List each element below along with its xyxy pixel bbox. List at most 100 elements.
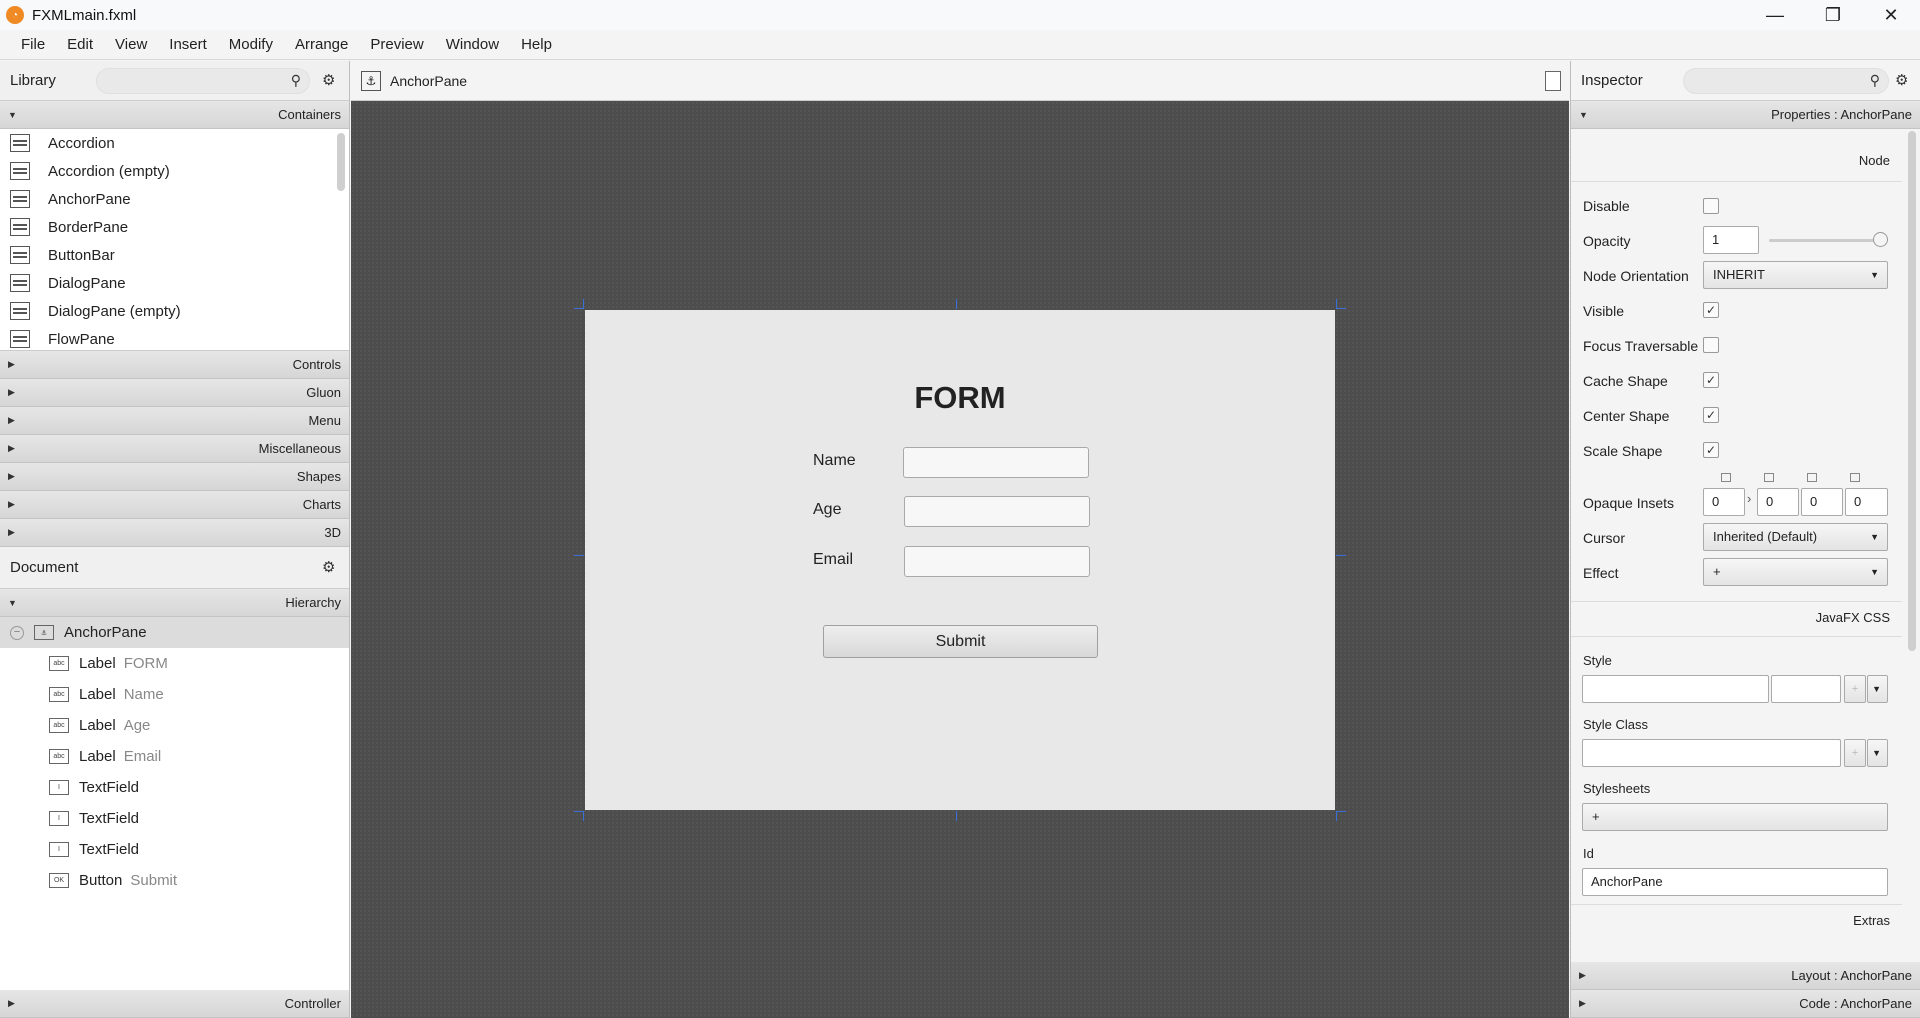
inspector-scrollbar[interactable] [1908, 131, 1916, 651]
section-controller[interactable]: ▶ Controller [0, 990, 349, 1018]
resize-handle[interactable] [574, 299, 584, 309]
cache-shape-checkbox[interactable]: ✓ [1703, 372, 1719, 388]
name-field[interactable] [903, 447, 1089, 478]
menu-help[interactable]: Help [510, 36, 563, 53]
library-item-accordion-empty[interactable]: Accordion (empty) [0, 157, 349, 185]
document-icon[interactable] [1545, 71, 1561, 91]
resize-handle[interactable] [1336, 811, 1346, 821]
hierarchy-node[interactable]: abc Label Name [0, 679, 349, 710]
opacity-slider[interactable] [1769, 239, 1881, 242]
center-shape-checkbox[interactable]: ✓ [1703, 407, 1719, 423]
scale-shape-checkbox[interactable]: ✓ [1703, 442, 1719, 458]
section-charts[interactable]: ▶ Charts [0, 491, 349, 519]
inset-top-field[interactable]: 0 [1703, 488, 1745, 516]
id-field[interactable]: AnchorPane [1582, 868, 1888, 896]
hierarchy-node[interactable]: I TextField [0, 772, 349, 803]
form-title[interactable]: FORM [585, 380, 1335, 416]
style-class-add-button[interactable]: + [1844, 739, 1866, 767]
chevron-right-icon[interactable]: › [1747, 491, 1751, 506]
library-item-accordion[interactable]: Accordion [0, 129, 349, 157]
section-gluon[interactable]: ▶ Gluon [0, 379, 349, 407]
id-label: Id [1583, 846, 1594, 861]
menu-insert[interactable]: Insert [158, 36, 218, 53]
menu-arrange[interactable]: Arrange [284, 36, 359, 53]
menu-preview[interactable]: Preview [359, 36, 434, 53]
anchor-pane[interactable]: FORM Name Age Email Submit [585, 310, 1335, 810]
layout-header[interactable]: ▶ Layout : AnchorPane [1571, 962, 1920, 990]
resize-handle[interactable] [574, 811, 584, 821]
style-class-menu-button[interactable]: ▼ [1867, 739, 1888, 767]
resize-handle[interactable] [574, 555, 584, 556]
resize-handle[interactable] [1336, 555, 1346, 556]
hierarchy-node[interactable]: I TextField [0, 834, 349, 865]
hierarchy-node[interactable]: abc Label Age [0, 710, 349, 741]
resize-handle[interactable] [956, 299, 957, 309]
name-label[interactable]: Name [813, 452, 856, 470]
inset-bottom-field[interactable]: 0 [1801, 488, 1843, 516]
library-item-borderpane[interactable]: BorderPane [0, 213, 349, 241]
opacity-field[interactable]: 1 [1703, 226, 1759, 254]
resize-handle[interactable] [956, 811, 957, 821]
library-item-anchorpane[interactable]: AnchorPane [0, 185, 349, 213]
library-search-input[interactable]: ⚲ [96, 68, 310, 94]
code-header[interactable]: ▶ Code : AnchorPane [1571, 990, 1920, 1018]
style-field[interactable] [1582, 675, 1769, 703]
section-hierarchy[interactable]: ▼ Hierarchy [0, 589, 349, 617]
disable-checkbox[interactable] [1703, 198, 1719, 214]
section-containers[interactable]: ▼ Containers [0, 101, 349, 129]
menu-edit[interactable]: Edit [56, 36, 104, 53]
maximize-button[interactable]: ❐ [1804, 0, 1862, 30]
inset-left-field[interactable]: 0 [1845, 488, 1888, 516]
effect-select[interactable]: + ▼ [1703, 558, 1888, 586]
section-miscellaneous[interactable]: ▶ Miscellaneous [0, 435, 349, 463]
inset-right-field[interactable]: 0 [1757, 488, 1799, 516]
library-item-dialogpane[interactable]: DialogPane [0, 269, 349, 297]
library-scrollbar[interactable] [337, 133, 345, 191]
email-label[interactable]: Email [813, 551, 853, 569]
collapse-icon[interactable]: − [10, 625, 24, 640]
hierarchy-node[interactable]: abc Label FORM [0, 648, 349, 679]
document-gear-icon[interactable]: ⚙ [322, 558, 335, 576]
age-field[interactable] [904, 496, 1090, 527]
design-canvas[interactable]: FORM Name Age Email Submit [351, 101, 1569, 1018]
section-menu[interactable]: ▶ Menu [0, 407, 349, 435]
style-class-field[interactable] [1582, 739, 1841, 767]
submit-button[interactable]: Submit [823, 625, 1098, 658]
cursor-select[interactable]: Inherited (Default) ▼ [1703, 523, 1888, 551]
age-label[interactable]: Age [813, 501, 841, 519]
hierarchy-root-anchorpane[interactable]: − ⚓ AnchorPane [0, 617, 349, 648]
section-shapes[interactable]: ▶ Shapes [0, 463, 349, 491]
minimize-button[interactable]: — [1746, 0, 1804, 30]
inspector-gear-icon[interactable]: ⚙ [1895, 71, 1908, 89]
stylesheets-add-button[interactable]: + [1582, 803, 1888, 831]
style-value-field[interactable] [1771, 675, 1841, 703]
menu-window[interactable]: Window [435, 36, 510, 53]
properties-header[interactable]: ▼ Properties : AnchorPane [1571, 101, 1920, 129]
hierarchy-node[interactable]: I TextField [0, 803, 349, 834]
node-orientation-select[interactable]: INHERIT ▼ [1703, 261, 1888, 289]
menu-view[interactable]: View [104, 36, 158, 53]
focus-traversable-checkbox[interactable] [1703, 337, 1719, 353]
resize-handle[interactable] [1336, 299, 1346, 309]
library-header: Library ⚲ ⚙ [0, 61, 349, 101]
inspector-header: Inspector ⚲ ⚙ [1571, 61, 1920, 101]
library-item-dialogpane-empty[interactable]: DialogPane (empty) [0, 297, 349, 325]
hierarchy-node[interactable]: OK Button Submit [0, 865, 349, 896]
library-item-buttonbar[interactable]: ButtonBar [0, 241, 349, 269]
divider [1571, 181, 1902, 182]
style-add-button[interactable]: + [1844, 675, 1866, 703]
email-field[interactable] [904, 546, 1090, 577]
breadcrumb[interactable]: AnchorPane [390, 73, 467, 89]
section-controls[interactable]: ▶ Controls [0, 351, 349, 379]
menu-file[interactable]: File [10, 36, 56, 53]
close-button[interactable]: ✕ [1862, 0, 1920, 30]
hierarchy-node[interactable]: abc Label Email [0, 741, 349, 772]
inspector-search-input[interactable]: ⚲ [1683, 68, 1889, 94]
opacity-slider-thumb[interactable] [1873, 232, 1888, 247]
library-gear-icon[interactable]: ⚙ [322, 71, 335, 89]
menu-modify[interactable]: Modify [218, 36, 284, 53]
visible-checkbox[interactable]: ✓ [1703, 302, 1719, 318]
style-menu-button[interactable]: ▼ [1867, 675, 1888, 703]
section-3d[interactable]: ▶ 3D [0, 519, 349, 547]
library-item-flowpane[interactable]: FlowPane [0, 325, 349, 350]
